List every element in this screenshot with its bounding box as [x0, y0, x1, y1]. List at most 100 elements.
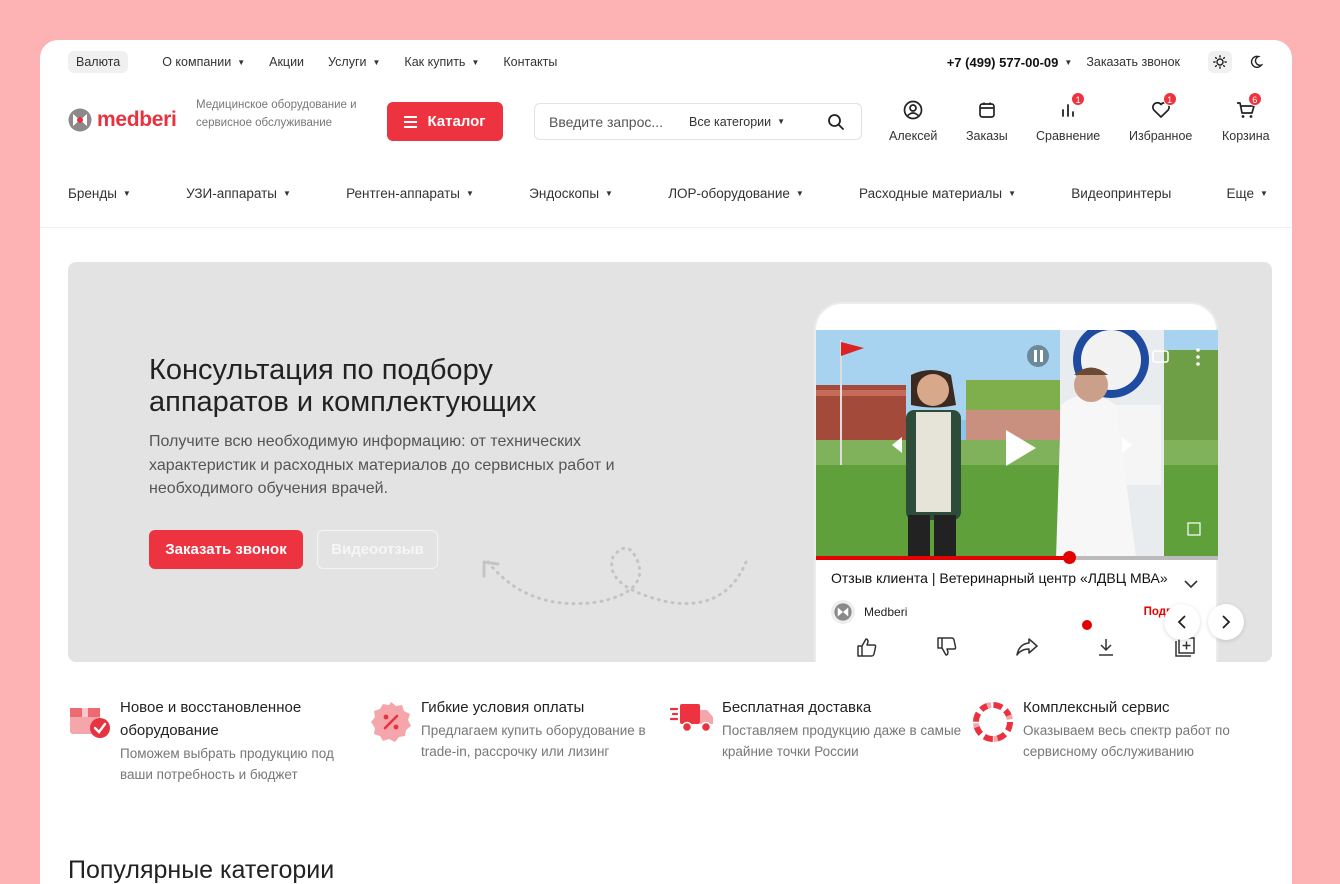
video-review-button[interactable]: Видеоотзыв [317, 530, 438, 569]
nav-item-xray[interactable]: Рентген-аппараты ▼ [346, 184, 474, 202]
sun-icon[interactable] [1208, 51, 1232, 73]
video-title: Отзыв клиента | Ветеринарный центр «ЛДВЦ… [831, 570, 1168, 586]
search-input[interactable] [535, 113, 685, 130]
search-icon[interactable] [827, 113, 845, 136]
feature-title: Гибкие условия оплаты [421, 699, 585, 716]
feature-item: Комплексный сервис Оказываем весь спектр… [971, 696, 1272, 785]
video-phone-mockup: Отзыв клиента | Ветеринарный центр «ЛДВЦ… [814, 302, 1218, 662]
video-player[interactable] [816, 330, 1218, 558]
nav-label: Расходные материалы [859, 185, 1003, 201]
video-frame-image [816, 330, 1218, 558]
cart-button[interactable]: 6 Корзина [1222, 92, 1270, 143]
video-progress-fill [816, 556, 1070, 560]
header: medberi Медицинское оборудование и серви… [68, 92, 1272, 148]
nav-item-brands[interactable]: Бренды ▼ [68, 184, 131, 202]
cart-label: Корзина [1222, 129, 1270, 143]
caret-down-icon: ▼ [1260, 188, 1268, 198]
caret-down-icon: ▼ [372, 57, 381, 67]
chevron-left-icon [1177, 615, 1186, 629]
nav-label: Бренды [68, 185, 117, 201]
toplink-promo[interactable]: Акции [269, 55, 304, 69]
logo-mark-icon [68, 108, 92, 132]
profile-button[interactable]: Алексей [889, 98, 937, 143]
hero-banner: Консультация по подбору аппаратов и комп… [68, 262, 1272, 662]
toplink-label: Услуги [328, 55, 367, 69]
logo[interactable]: medberi [68, 108, 177, 132]
discount-icon [369, 696, 421, 785]
order-call-button[interactable]: Заказать звонок [149, 530, 303, 569]
toplink-label: О компании [162, 55, 232, 69]
top-right-group: +7 (499) 577-00-09 ▼ Заказать звонок [947, 51, 1268, 73]
profile-label: Алексей [889, 129, 938, 143]
moon-icon[interactable] [1244, 51, 1268, 73]
channel-avatar [831, 600, 855, 624]
favorites-button[interactable]: 1 Избранное [1129, 92, 1192, 143]
callback-link[interactable]: Заказать звонок [1086, 55, 1180, 69]
hero-title: Консультация по подбору аппаратов и комп… [149, 354, 537, 418]
orders-label: Заказы [966, 129, 1008, 143]
toplink-label: Контакты [503, 55, 558, 69]
nav-label: ЛОР-оборудование [668, 185, 790, 201]
nav-item-videoprinters[interactable]: Видеопринтеры [1071, 184, 1171, 202]
dislike-icon[interactable] [936, 637, 958, 662]
add-to-playlist-icon[interactable] [1174, 637, 1196, 662]
orders-icon [978, 98, 996, 122]
service-ring-icon [971, 696, 1023, 785]
cart-badge: 6 [1247, 92, 1262, 106]
share-icon[interactable] [1016, 637, 1038, 662]
compare-button[interactable]: 1 Сравнение [1036, 92, 1100, 143]
chevron-right-icon [1222, 615, 1231, 629]
menu-icon [404, 115, 418, 128]
nav-item-consumables[interactable]: Расходные материалы ▼ [859, 184, 1016, 202]
feature-title: Бесплатная доставка [722, 699, 872, 716]
video-progress-bar[interactable] [816, 551, 1218, 564]
feature-title: Комплексный сервис [1023, 699, 1170, 716]
nav-label: Рентген-аппараты [346, 185, 460, 201]
nav-label: Видеопринтеры [1071, 185, 1172, 201]
toplink-about[interactable]: О компании ▼ [162, 55, 245, 69]
dotted-arrow-decoration [482, 546, 750, 606]
currency-selector[interactable]: Валюта [68, 51, 129, 73]
toplink-how-to-buy[interactable]: Как купить ▼ [404, 55, 479, 69]
feature-desc: Оказываем весь спектр работ по сервисном… [1023, 723, 1230, 759]
favorites-badge: 1 [1162, 92, 1177, 106]
feature-item: Гибкие условия оплаты Предлагаем купить … [369, 696, 670, 785]
caret-down-icon: ▼ [471, 57, 480, 67]
caret-down-icon: ▼ [466, 188, 474, 198]
live-dot [1082, 620, 1092, 630]
catalog-label: Каталог [427, 113, 486, 130]
catalog-button[interactable]: Каталог [387, 102, 503, 141]
toplink-contacts[interactable]: Контакты [503, 55, 557, 69]
search-category-select[interactable]: Все категории ▼ [689, 115, 785, 129]
logo-text: medberi [97, 108, 177, 131]
slider-prev-button[interactable] [1164, 604, 1200, 640]
caret-down-icon: ▼ [237, 57, 246, 67]
features-row: Новое и восстановленное оборудование Пом… [68, 696, 1272, 785]
slider-next-button[interactable] [1208, 604, 1244, 640]
caret-down-icon: ▼ [777, 117, 786, 126]
toplink-services[interactable]: Услуги ▼ [328, 55, 380, 69]
phone-number[interactable]: +7 (499) 577-00-09 [947, 55, 1059, 70]
feature-desc: Поможем выбрать продукцию под ваши потре… [120, 746, 334, 782]
nav-item-ultrasound[interactable]: УЗИ-аппараты ▼ [186, 184, 291, 202]
tagline: Медицинское оборудование и сервисное обс… [196, 99, 357, 129]
nav-item-endoscopes[interactable]: Эндоскопы ▼ [529, 184, 613, 202]
like-icon[interactable] [856, 637, 878, 662]
nav-label: Эндоскопы [529, 185, 600, 201]
video-scrubber-handle[interactable] [1063, 551, 1077, 564]
nav-item-more[interactable]: Еще ▼ [1227, 184, 1268, 202]
orders-button[interactable]: Заказы [966, 98, 1008, 143]
feature-desc: Поставляем продукцию даже в самые крайни… [722, 723, 962, 759]
heart-icon: 1 [1151, 92, 1177, 122]
download-icon[interactable] [1096, 637, 1116, 662]
pause-icon[interactable] [1027, 345, 1049, 367]
channel-name: Medberi [864, 605, 908, 619]
nav-item-ent[interactable]: ЛОР-оборудование ▼ [668, 184, 804, 202]
toplink-label: Как купить [404, 55, 466, 69]
header-divider [40, 227, 1292, 228]
caret-down-icon[interactable]: ▼ [1064, 58, 1072, 67]
video-channel[interactable]: Medberi [831, 600, 907, 624]
compare-badge: 1 [1071, 92, 1086, 106]
top-bar: Валюта О компании ▼ Акции Услуги ▼ Как куп… [68, 51, 1268, 73]
chevron-down-icon[interactable] [1184, 576, 1198, 594]
